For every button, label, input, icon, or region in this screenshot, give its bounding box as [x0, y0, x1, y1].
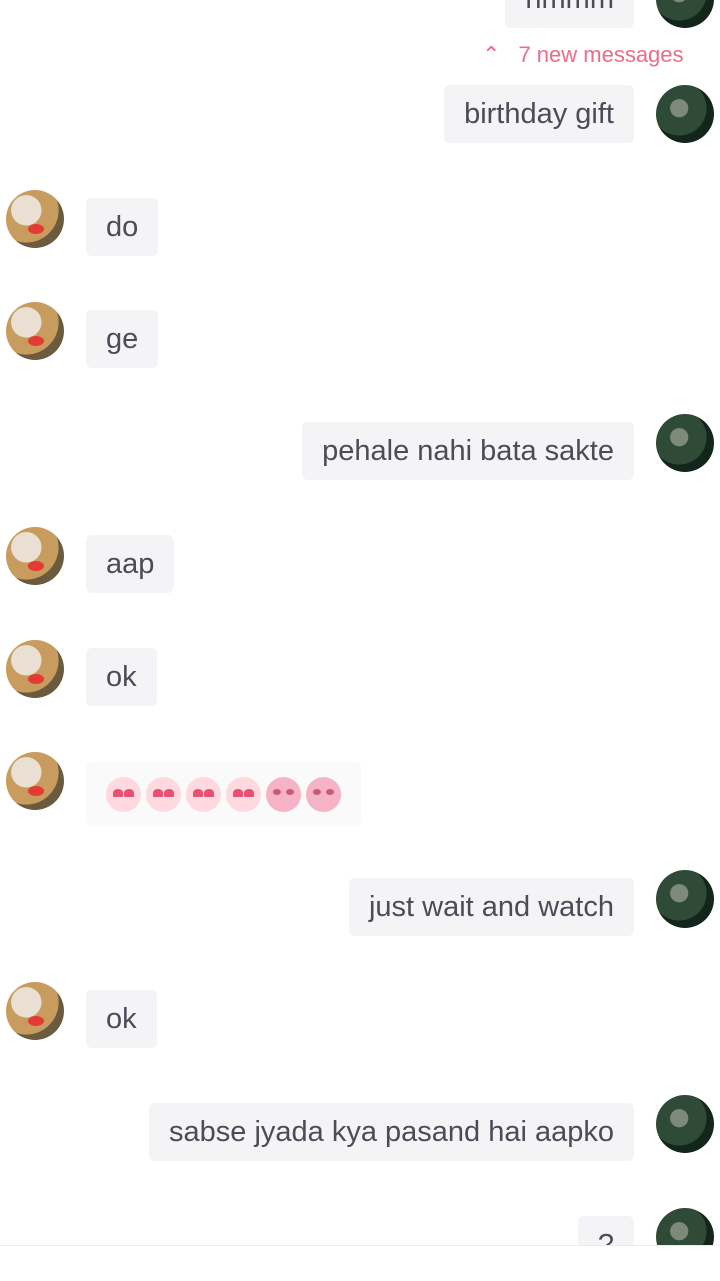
double-chevron-up-icon: ⌃ [482, 42, 501, 67]
my-avatar[interactable] [656, 1095, 714, 1153]
my-avatar[interactable] [656, 870, 714, 928]
message-bubble[interactable]: pehale nahi bata sakte [302, 422, 634, 480]
my-avatar[interactable] [656, 85, 714, 143]
contact-avatar[interactable] [6, 527, 64, 585]
message-bubble[interactable]: ? [577, 1216, 634, 1245]
kissing-emoji-icon [306, 776, 341, 812]
message-bubble[interactable]: aap [86, 535, 175, 593]
my-avatar[interactable] [656, 1208, 714, 1245]
heart-eyes-emoji-icon [226, 776, 261, 812]
emoji-message[interactable] [86, 762, 361, 826]
message-bubble[interactable]: ok [86, 648, 157, 706]
contact-avatar[interactable] [6, 752, 64, 810]
new-messages-banner[interactable]: ⌃ 7 new messages [482, 42, 684, 68]
message-bubble[interactable]: ge [86, 310, 159, 368]
contact-avatar[interactable] [6, 190, 64, 248]
message-bubble[interactable]: sabse jyada kya pasand hai aapko [149, 1103, 634, 1161]
contact-avatar[interactable] [6, 302, 64, 360]
contact-avatar[interactable] [6, 982, 64, 1040]
my-avatar[interactable] [656, 414, 714, 472]
message-bubble[interactable]: just wait and watch [348, 878, 634, 936]
chat-thread[interactable]: hmmm ⌃7 new messages birthday gift do ge… [0, 0, 720, 1245]
kissing-emoji-icon [266, 776, 301, 812]
message-bubble[interactable]: ok [86, 990, 157, 1048]
heart-eyes-emoji-icon [146, 776, 181, 812]
heart-eyes-emoji-icon [106, 776, 141, 812]
message-bubble[interactable]: birthday gift [444, 85, 634, 143]
message-bubble[interactable]: hmmm [505, 0, 634, 28]
input-bar-edge [0, 1245, 720, 1281]
contact-avatar[interactable] [6, 640, 64, 698]
my-avatar[interactable] [656, 0, 714, 28]
message-bubble[interactable]: do [86, 198, 159, 256]
heart-eyes-emoji-icon [186, 776, 221, 812]
